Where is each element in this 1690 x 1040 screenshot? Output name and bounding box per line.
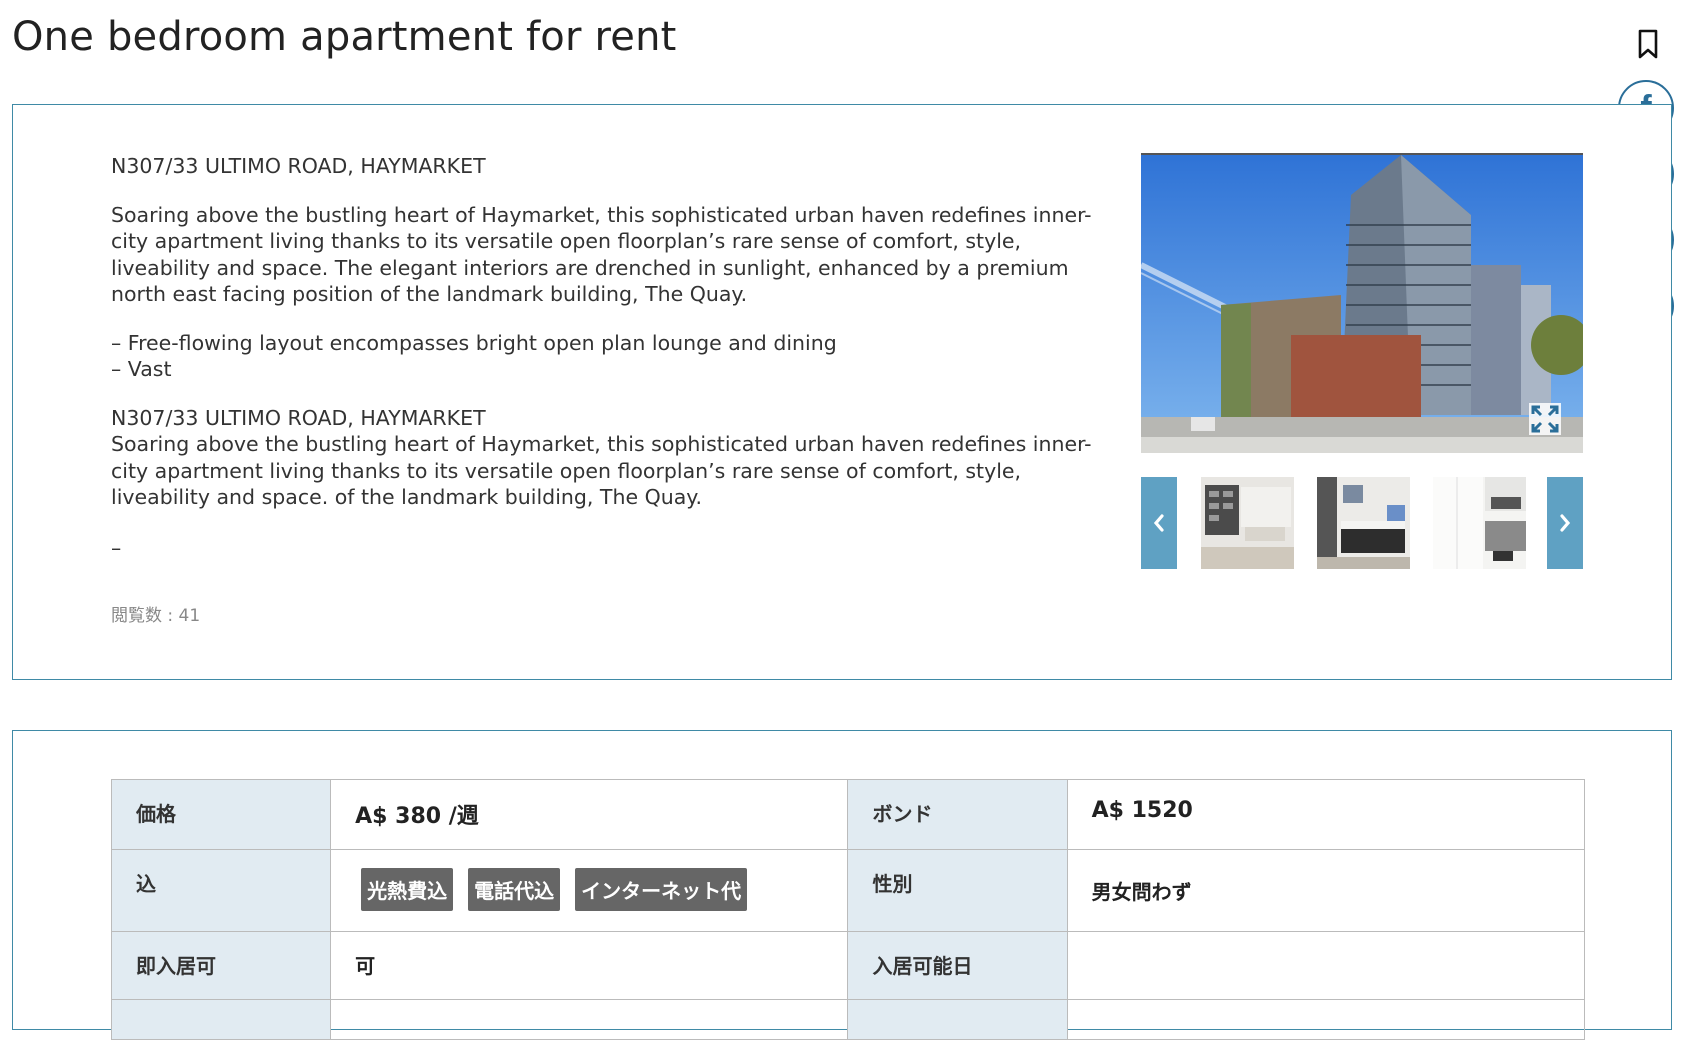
included-label: 込 [110,849,332,932]
gender-label: 性別 [847,849,1068,932]
price-label: 価格 [110,779,332,850]
bedroom-thumb [1317,477,1410,569]
details-panel: 価格 A$ 380 /週 ボンド A$ 1520 込 光熱費込 電話代込 インターネ… [12,730,1672,1040]
table-row: 込 光熱費込 電話代込 インターネット代 性別 男女問わず [110,849,1586,932]
gender-value: 男女問わず [1066,849,1586,932]
dash-line: – [111,535,122,560]
next-row-value [330,999,849,1040]
bookmark-icon[interactable] [1636,28,1660,60]
included-tags: 光熱費込 電話代込 インターネット代 [330,849,849,932]
chevron-left-icon [1153,514,1164,532]
gallery-prev-button[interactable] [1141,477,1177,569]
chevron-right-icon [1560,514,1571,532]
available-date-label: 入居可能日 [847,931,1068,1000]
description-paragraph: Soaring above the bustling heart of Haym… [111,432,1092,509]
thumbnail[interactable] [1433,477,1526,569]
building-exterior-photo [1141,155,1583,453]
kitchen-thumb [1433,477,1526,569]
main-photo[interactable] [1141,153,1583,453]
details-table: 価格 A$ 380 /週 ボンド A$ 1520 込 光熱費込 電話代込 インターネ… [110,779,1586,1040]
table-row [110,999,1586,1040]
next-row-label [110,999,332,1040]
living-room-thumb [1201,477,1294,569]
address-line: N307/33 ULTIMO ROAD, HAYMARKET [111,405,486,430]
bond-label: ボンド [847,779,1068,850]
feature-bullet: – Free-flowing layout encompasses bright… [111,330,837,355]
immediate-move-label: 即入居可 [110,931,332,1000]
available-date-value [1066,931,1586,1000]
bond-value: A$ 1520 [1066,779,1586,850]
description-paragraph: Soaring above the bustling heart of Haym… [111,202,1092,307]
page-title: One bedroom apartment for rent [12,14,677,60]
feature-bullet: – Vast [111,357,172,381]
description-panel: N307/33 ULTIMO ROAD, HAYMARKET Soaring a… [12,104,1672,680]
thumbnail-strip [1141,477,1583,569]
property-description: N307/33 ULTIMO ROAD, HAYMARKET Soaring a… [111,153,1111,583]
immediate-move-value: 可 [330,931,849,1000]
thumbnail[interactable] [1201,477,1294,569]
tag-internet: インターネット代 [575,868,748,911]
price-value: A$ 380 /週 [330,779,849,850]
next-row-value [1066,999,1586,1040]
tag-phone: 電話代込 [468,868,561,911]
expand-icon[interactable] [1529,403,1561,435]
table-row: 価格 A$ 380 /週 ボンド A$ 1520 [110,779,1586,850]
table-row: 即入居可 可 入居可能日 [110,931,1586,1000]
thumbnail[interactable] [1317,477,1410,569]
view-count: 閲覧数 : 41 [111,606,201,626]
address-line: N307/33 ULTIMO ROAD, HAYMARKET [111,154,486,178]
gallery-next-button[interactable] [1547,477,1583,569]
next-row-label [847,999,1068,1040]
tag-utilities: 光熱費込 [361,868,454,911]
